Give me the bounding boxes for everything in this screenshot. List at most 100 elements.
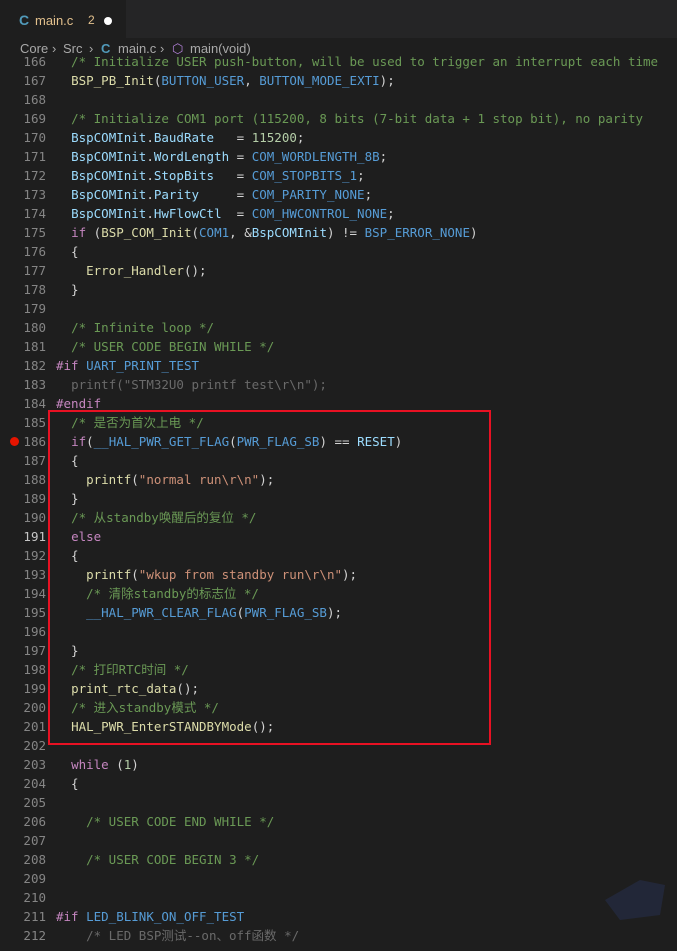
line-number: 168 xyxy=(23,92,46,107)
code-line[interactable]: 207 xyxy=(0,831,677,850)
code-line[interactable]: 172 BspCOMInit.StopBits = COM_STOPBITS_1… xyxy=(0,166,677,185)
line-number: 189 xyxy=(23,491,46,506)
code-line[interactable]: 192 { xyxy=(0,546,677,565)
code-text: BspCOMInit.HwFlowCtl = COM_HWCONTROL_NON… xyxy=(71,206,395,221)
code-line[interactable]: 174 BspCOMInit.HwFlowCtl = COM_HWCONTROL… xyxy=(0,204,677,223)
code-line[interactable]: 187 { xyxy=(0,451,677,470)
code-text: #if UART_PRINT_TEST xyxy=(56,358,199,373)
code-line[interactable]: 200 /* 进入standby模式 */ xyxy=(0,698,677,717)
code-line[interactable]: 190 /* 从standby唤醒后的复位 */ xyxy=(0,508,677,527)
line-number: 204 xyxy=(23,776,46,791)
code-line[interactable]: 185 /* 是否为首次上电 */ xyxy=(0,413,677,432)
line-number: 207 xyxy=(23,833,46,848)
code-text: if(__HAL_PWR_GET_FLAG(PWR_FLAG_SB) == RE… xyxy=(71,434,403,449)
code-line[interactable]: 211 #if LED_BLINK_ON_OFF_TEST xyxy=(0,907,677,926)
code-line[interactable]: 191 else xyxy=(0,527,677,546)
code-editor[interactable]: 166 /* Initialize USER push-button, will… xyxy=(0,52,677,951)
code-line[interactable]: 203 while (1) xyxy=(0,755,677,774)
code-text: /* 从standby唤醒后的复位 */ xyxy=(71,510,257,525)
code-line[interactable]: 193 printf("wkup from standby run\r\n"); xyxy=(0,565,677,584)
code-line[interactable]: 171 BspCOMInit.WordLength = COM_WORDLENG… xyxy=(0,147,677,166)
code-line[interactable]: 179 xyxy=(0,299,677,318)
code-line[interactable]: 205 xyxy=(0,793,677,812)
line-number: 166 xyxy=(23,54,46,69)
line-number: 206 xyxy=(23,814,46,829)
code-line[interactable]: 202 xyxy=(0,736,677,755)
line-number: 185 xyxy=(23,415,46,430)
code-line[interactable]: 212 /* LED BSP测试--on、off函数 */ xyxy=(0,926,677,945)
code-line[interactable]: 178 } xyxy=(0,280,677,299)
code-line[interactable]: 199 print_rtc_data(); xyxy=(0,679,677,698)
code-line[interactable]: 198 /* 打印RTC时间 */ xyxy=(0,660,677,679)
code-line[interactable]: 209 xyxy=(0,869,677,888)
line-number: 191 xyxy=(23,529,46,544)
code-text: BspCOMInit.StopBits = COM_STOPBITS_1; xyxy=(71,168,365,183)
line-number: 201 xyxy=(23,719,46,734)
code-text: /* USER CODE BEGIN 3 */ xyxy=(86,852,260,867)
code-text: /* USER CODE BEGIN WHILE */ xyxy=(71,339,275,354)
code-line[interactable]: 186 if(__HAL_PWR_GET_FLAG(PWR_FLAG_SB) =… xyxy=(0,432,677,451)
code-line[interactable]: 180 /* Infinite loop */ xyxy=(0,318,677,337)
code-text: { xyxy=(56,548,79,563)
code-line[interactable]: 173 BspCOMInit.Parity = COM_PARITY_NONE; xyxy=(0,185,677,204)
code-line[interactable]: 204 { xyxy=(0,774,677,793)
code-line[interactable]: 181 /* USER CODE BEGIN WHILE */ xyxy=(0,337,677,356)
watermark-logo xyxy=(605,880,665,920)
line-number: 188 xyxy=(23,472,46,487)
code-line[interactable]: 166 /* Initialize USER push-button, will… xyxy=(0,52,677,71)
line-number: 181 xyxy=(23,339,46,354)
code-line[interactable]: 170 BspCOMInit.BaudRate = 115200; xyxy=(0,128,677,147)
line-number: 193 xyxy=(23,567,46,582)
code-text: HAL_PWR_EnterSTANDBYMode(); xyxy=(71,719,275,734)
line-number: 211 xyxy=(23,909,46,924)
line-number: 208 xyxy=(23,852,46,867)
line-number: 174 xyxy=(23,206,46,221)
line-number: 179 xyxy=(23,301,46,316)
code-line[interactable]: 201 HAL_PWR_EnterSTANDBYMode(); xyxy=(0,717,677,736)
code-line[interactable]: 168 xyxy=(0,90,677,109)
code-text: printf("STM32U0 printf test\r\n"); xyxy=(71,377,327,392)
code-line[interactable]: 189 } xyxy=(0,489,677,508)
code-text: __HAL_PWR_CLEAR_FLAG(PWR_FLAG_SB); xyxy=(86,605,343,620)
line-number: 182 xyxy=(23,358,46,373)
code-text: print_rtc_data(); xyxy=(71,681,199,696)
code-line[interactable]: 182 #if UART_PRINT_TEST xyxy=(0,356,677,375)
code-line[interactable]: 175 if (BSP_COM_Init(COM1, &BspCOMInit) … xyxy=(0,223,677,242)
code-line[interactable]: 210 xyxy=(0,888,677,907)
code-text: while (1) xyxy=(71,757,139,772)
code-line[interactable]: 177 Error_Handler(); xyxy=(0,261,677,280)
code-line[interactable]: 197 } xyxy=(0,641,677,660)
line-number: 169 xyxy=(23,111,46,126)
line-number: 172 xyxy=(23,168,46,183)
code-line[interactable]: 184 #endif xyxy=(0,394,677,413)
c-file-icon: C xyxy=(19,12,30,28)
code-line[interactable]: 208 /* USER CODE BEGIN 3 */ xyxy=(0,850,677,869)
code-line[interactable]: 194 /* 清除standby的标志位 */ xyxy=(0,584,677,603)
line-number: 190 xyxy=(23,510,46,525)
code-text: printf("wkup from standby run\r\n"); xyxy=(86,567,358,582)
line-number: 178 xyxy=(23,282,46,297)
code-text: { xyxy=(56,776,79,791)
code-text: /* 是否为首次上电 */ xyxy=(71,415,204,430)
tab-main-c[interactable]: C main.c 2 xyxy=(0,0,126,39)
line-number: 180 xyxy=(23,320,46,335)
line-number: 187 xyxy=(23,453,46,468)
code-line[interactable]: 196 xyxy=(0,622,677,641)
code-line[interactable]: 206 /* USER CODE END WHILE */ xyxy=(0,812,677,831)
code-line[interactable]: 183 printf("STM32U0 printf test\r\n"); xyxy=(0,375,677,394)
line-number: 195 xyxy=(23,605,46,620)
code-text: /* USER CODE END WHILE */ xyxy=(86,814,275,829)
code-text: Error_Handler(); xyxy=(86,263,207,278)
line-number: 200 xyxy=(23,700,46,715)
code-line[interactable]: 188 printf("normal run\r\n"); xyxy=(0,470,677,489)
tab-bar: C main.c 2 xyxy=(0,0,677,39)
line-number: 194 xyxy=(23,586,46,601)
tab-modified-count: 2 xyxy=(88,13,95,27)
code-line[interactable]: 176 { xyxy=(0,242,677,261)
code-line[interactable]: 169 /* Initialize COM1 port (115200, 8 b… xyxy=(0,109,677,128)
code-line[interactable]: 195 __HAL_PWR_CLEAR_FLAG(PWR_FLAG_SB); xyxy=(0,603,677,622)
code-line[interactable]: 167 BSP_PB_Init(BUTTON_USER, BUTTON_MODE… xyxy=(0,71,677,90)
line-number: 171 xyxy=(23,149,46,164)
line-number: 197 xyxy=(23,643,46,658)
unsaved-dot-icon[interactable] xyxy=(104,17,112,25)
